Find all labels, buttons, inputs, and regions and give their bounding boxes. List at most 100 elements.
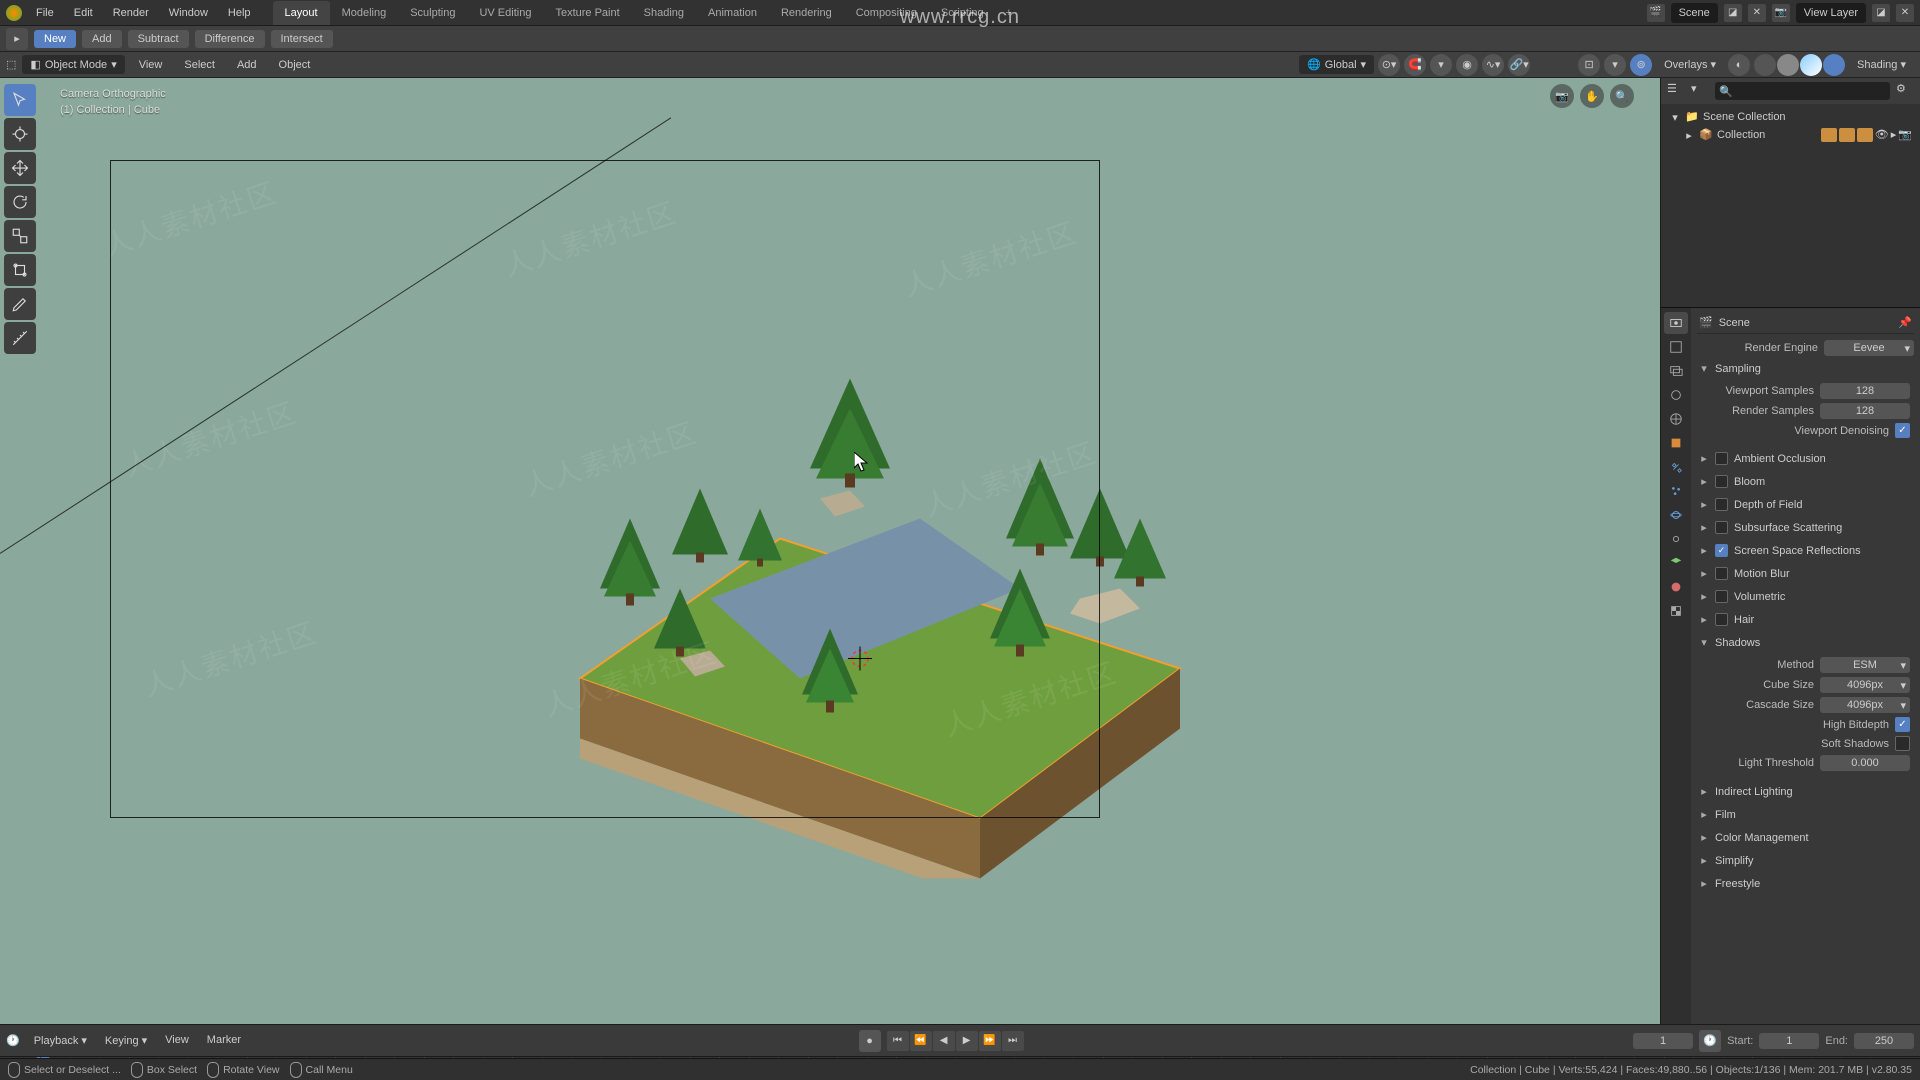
panel-header[interactable]: ▸Freestyle: [1697, 873, 1914, 894]
tool-select-box[interactable]: [4, 84, 36, 116]
scene-delete-button[interactable]: ✕: [1748, 4, 1766, 22]
shading-rendered[interactable]: [1823, 54, 1845, 76]
tool-measure[interactable]: [4, 322, 36, 354]
overlays-toggle[interactable]: ⊚: [1630, 54, 1652, 76]
shadow-cube-select[interactable]: 4096px: [1820, 677, 1910, 693]
tab-sculpting[interactable]: Sculpting: [398, 1, 467, 25]
outliner-select-toggle[interactable]: ▸: [1891, 128, 1897, 142]
render-engine-select[interactable]: Eevee: [1824, 340, 1914, 356]
boolean-new[interactable]: New: [34, 30, 76, 48]
properties-tab-world[interactable]: [1664, 408, 1688, 430]
zoom-view-icon[interactable]: 🔍: [1610, 84, 1634, 108]
viewport-denoising-checkbox[interactable]: [1895, 423, 1910, 438]
outliner-collection[interactable]: ▸📦Collection 👁 ▸ 📷: [1667, 126, 1914, 144]
panel-enable-checkbox[interactable]: [1715, 475, 1728, 488]
mode-selector[interactable]: ◧ Object Mode▾: [22, 55, 124, 74]
outliner-scene-collection[interactable]: ▾📁Scene Collection: [1667, 108, 1914, 126]
play-button[interactable]: ▶: [956, 1031, 978, 1051]
snap-dropdown[interactable]: ▾: [1430, 54, 1452, 76]
editor-type-icon[interactable]: ⬚: [6, 58, 16, 71]
scene-new-button[interactable]: ◪: [1724, 4, 1742, 22]
pan-view-icon[interactable]: ✋: [1580, 84, 1604, 108]
link-dropdown[interactable]: 🔗▾: [1508, 54, 1530, 76]
properties-tab-material[interactable]: [1664, 576, 1688, 598]
snap-toggle[interactable]: 🧲: [1404, 54, 1426, 76]
menu-render[interactable]: Render: [105, 3, 157, 23]
tab-layout[interactable]: Layout: [273, 1, 330, 25]
light-threshold-field[interactable]: 0.000: [1820, 755, 1910, 771]
use-preview-range-toggle[interactable]: 🕐: [1699, 1030, 1721, 1052]
tool-move[interactable]: [4, 152, 36, 184]
outliner-render-toggle[interactable]: 📷: [1898, 128, 1912, 142]
start-frame-field[interactable]: 1: [1759, 1033, 1819, 1049]
tool-presets-icon[interactable]: ▸: [6, 28, 28, 50]
tab-animation[interactable]: Animation: [696, 1, 769, 25]
tool-cursor[interactable]: [4, 118, 36, 150]
boolean-subtract[interactable]: Subtract: [128, 30, 189, 48]
auto-keying-toggle[interactable]: ●: [859, 1030, 881, 1052]
properties-tab-output[interactable]: [1664, 336, 1688, 358]
camera-view-icon[interactable]: 📷: [1550, 84, 1574, 108]
shadow-method-select[interactable]: ESM: [1820, 657, 1910, 673]
tab-modeling[interactable]: Modeling: [330, 1, 399, 25]
menu-window[interactable]: Window: [161, 3, 216, 23]
pivot-dropdown[interactable]: ⊙▾: [1378, 54, 1400, 76]
play-reverse-button[interactable]: ◀: [933, 1031, 955, 1051]
panel-header[interactable]: ▸Simplify: [1697, 850, 1914, 871]
soft-shadows-checkbox[interactable]: [1895, 736, 1910, 751]
panel-enable-checkbox[interactable]: [1715, 567, 1728, 580]
orientation-selector[interactable]: 🌐Global▾: [1299, 55, 1374, 74]
timeline-playback-menu[interactable]: Playback ▾: [26, 1031, 95, 1050]
panel-header[interactable]: ▸Screen Space Reflections: [1697, 540, 1914, 561]
tool-transform[interactable]: [4, 254, 36, 286]
properties-tab-texture[interactable]: [1664, 600, 1688, 622]
panel-shadows-header[interactable]: ▾Shadows: [1697, 632, 1914, 653]
panel-header[interactable]: ▸Subsurface Scattering: [1697, 517, 1914, 538]
render-samples-field[interactable]: 128: [1820, 403, 1910, 419]
boolean-add[interactable]: Add: [82, 30, 122, 48]
panel-header[interactable]: ▸Volumetric: [1697, 586, 1914, 607]
boolean-difference[interactable]: Difference: [195, 30, 265, 48]
jump-to-next-key-button[interactable]: ⏩: [979, 1031, 1001, 1051]
properties-tab-constraints[interactable]: [1664, 528, 1688, 550]
panel-header[interactable]: ▸Film: [1697, 804, 1914, 825]
proportional-dropdown[interactable]: ∿▾: [1482, 54, 1504, 76]
outliner-search[interactable]: 🔍: [1715, 82, 1890, 100]
end-frame-field[interactable]: 250: [1854, 1033, 1914, 1049]
timeline-marker-menu[interactable]: Marker: [199, 1031, 249, 1050]
jump-to-prev-key-button[interactable]: ⏪: [910, 1031, 932, 1051]
properties-tab-viewlayer[interactable]: [1664, 360, 1688, 382]
viewlayer-delete-button[interactable]: ✕: [1896, 4, 1914, 22]
viewlayer-new-button[interactable]: ◪: [1872, 4, 1890, 22]
proportional-edit-toggle[interactable]: ◉: [1456, 54, 1478, 76]
panel-header[interactable]: ▸Motion Blur: [1697, 563, 1914, 584]
scene-selector[interactable]: Scene: [1671, 3, 1718, 23]
pin-icon[interactable]: 📌: [1898, 316, 1912, 329]
add-workspace-button[interactable]: +: [996, 1, 1022, 25]
timeline-editor-icon[interactable]: 🕐: [6, 1034, 20, 1047]
tab-scripting[interactable]: Scripting: [929, 1, 996, 25]
tab-texture-paint[interactable]: Texture Paint: [543, 1, 631, 25]
shading-solid[interactable]: [1777, 54, 1799, 76]
gizmo-dropdown[interactable]: ▾: [1604, 54, 1626, 76]
tool-annotate[interactable]: [4, 288, 36, 320]
panel-sampling-header[interactable]: ▾Sampling: [1697, 358, 1914, 379]
overlays-dropdown[interactable]: Overlays ▾: [1656, 55, 1724, 74]
viewlayer-browse-icon[interactable]: 📷: [1772, 4, 1790, 22]
viewport-samples-field[interactable]: 128: [1820, 383, 1910, 399]
jump-to-start-button[interactable]: ⏮: [887, 1031, 909, 1051]
tab-uv-editing[interactable]: UV Editing: [467, 1, 543, 25]
panel-header[interactable]: ▸Color Management: [1697, 827, 1914, 848]
viewlayer-selector[interactable]: View Layer: [1796, 3, 1866, 23]
boolean-intersect[interactable]: Intersect: [271, 30, 333, 48]
panel-enable-checkbox[interactable]: [1715, 521, 1728, 534]
tab-shading[interactable]: Shading: [632, 1, 696, 25]
outliner-filter-icon[interactable]: ⚙: [1896, 82, 1914, 100]
panel-header[interactable]: ▸Bloom: [1697, 471, 1914, 492]
menu-edit[interactable]: Edit: [66, 3, 101, 23]
properties-tab-particles[interactable]: [1664, 480, 1688, 502]
panel-header[interactable]: ▸Hair: [1697, 609, 1914, 630]
shading-wireframe[interactable]: [1754, 54, 1776, 76]
xray-toggle[interactable]: ◐: [1728, 54, 1750, 76]
properties-tab-modifiers[interactable]: [1664, 456, 1688, 478]
